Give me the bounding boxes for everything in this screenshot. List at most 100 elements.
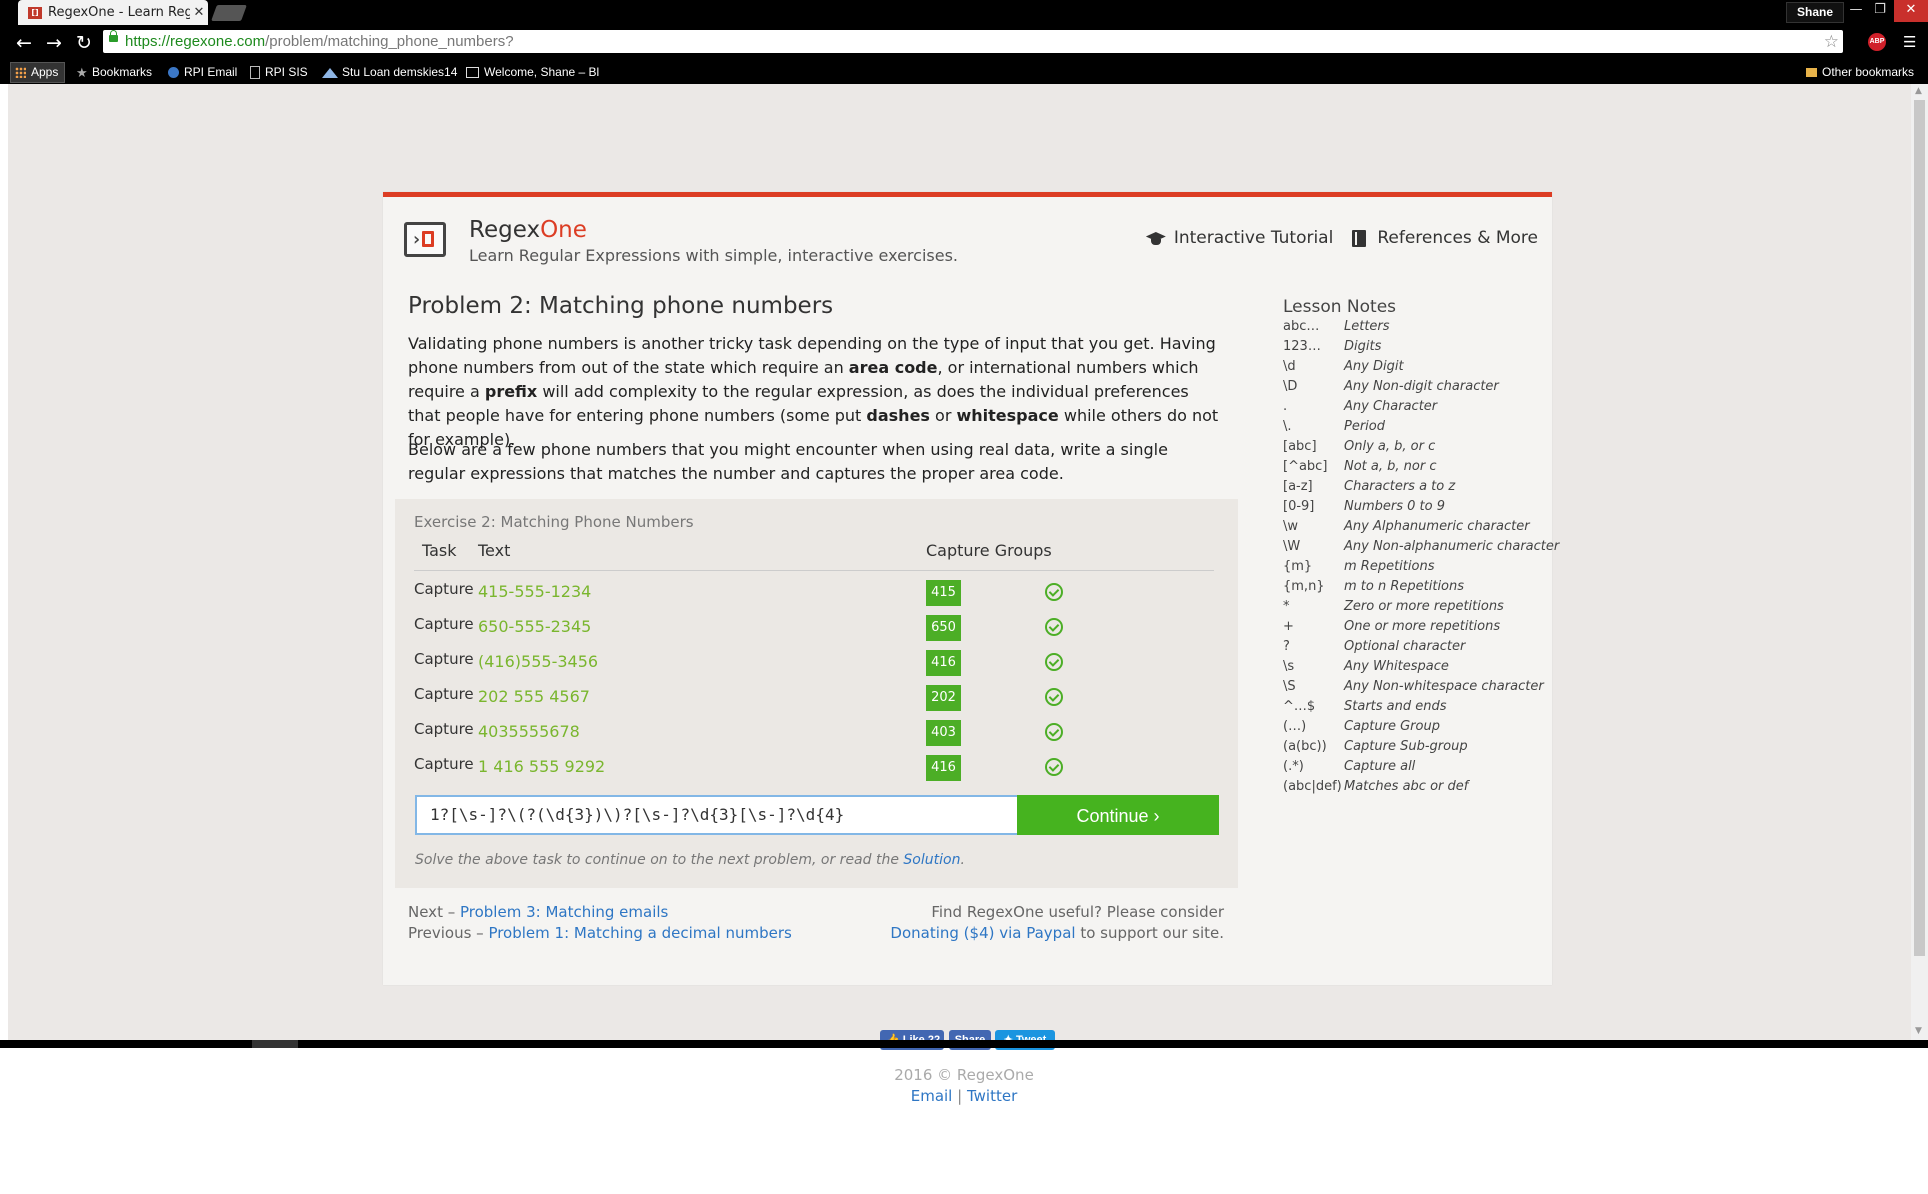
note-syntax: {m,n}	[1283, 579, 1325, 594]
note-syntax: +	[1283, 619, 1294, 634]
url-host: https://regexone.com	[125, 33, 266, 50]
capture-group-badge: 202	[926, 685, 961, 711]
forward-arrow-icon[interactable]: →	[42, 31, 66, 55]
column-task-header: Task	[422, 541, 457, 560]
note-meaning: Any Non-digit character	[1344, 379, 1499, 394]
check-circle-icon	[1045, 723, 1063, 741]
note-syntax: .	[1283, 399, 1288, 414]
note-meaning: Starts and ends	[1344, 699, 1447, 714]
donate-link[interactable]: Donating ($4) via Paypal	[890, 924, 1075, 942]
nav-interactive-tutorial[interactable]: Interactive Tutorial	[1146, 228, 1333, 248]
url-path: /problem/matching_phone_numbers?	[265, 33, 514, 50]
note-meaning: Matches abc or def	[1344, 779, 1469, 794]
exercise-row: Capture 4035555678 403	[395, 717, 1238, 752]
donate-note: Find RegexOne useful? Please consider Do…	[890, 903, 1224, 942]
restore-icon[interactable]: ❐	[1868, 0, 1892, 22]
bookmark-rpi-sis[interactable]: RPI SIS	[250, 61, 308, 84]
scroll-up-icon[interactable]: ▲	[1915, 86, 1922, 96]
lock-icon	[109, 30, 118, 42]
tab-title: RegexOne - Learn Regula	[48, 5, 190, 20]
back-arrow-icon[interactable]: ←	[12, 31, 36, 55]
tab-close-icon[interactable]: ✕	[190, 5, 208, 20]
note-syntax: *	[1283, 599, 1290, 614]
note-meaning: Any Digit	[1344, 359, 1404, 374]
regexone-logo-icon[interactable]: ›	[404, 222, 446, 257]
twitter-link[interactable]: Twitter	[967, 1087, 1017, 1105]
adblock-extension-icon[interactable]: ABP	[1868, 33, 1886, 51]
note-syntax: (.*)	[1283, 759, 1304, 774]
previous-problem-link[interactable]: Problem 1: Matching a decimal numbers	[488, 924, 791, 942]
reload-icon[interactable]: ↻	[72, 31, 96, 55]
bookmark-welcome[interactable]: Welcome, Shane – Bl	[466, 61, 599, 84]
site-brand[interactable]: RegexOne	[469, 217, 587, 243]
capture-group-badge: 416	[926, 755, 961, 781]
note-syntax: 123…	[1283, 339, 1321, 354]
apps-grid-icon	[15, 67, 26, 78]
status-strip	[0, 1040, 1928, 1048]
note-syntax: [a-z]	[1283, 479, 1313, 494]
address-bar[interactable]: https://regexone.com/problem/matching_ph…	[103, 30, 1843, 53]
regex-input[interactable]: 1?[\s-]?\(?(\d{3})\)?[\s-]?\d{3}[\s-]?\d…	[415, 795, 1019, 835]
note-meaning: m to n Repetitions	[1344, 579, 1465, 594]
scrollbar-thumb[interactable]	[1914, 100, 1925, 956]
note-syntax: \w	[1283, 519, 1299, 534]
bookmark-other[interactable]: Other bookmarks	[1806, 61, 1914, 84]
bookmark-stu-loan[interactable]: Stu Loan demskies14	[322, 61, 457, 84]
main-card: › RegexOne Learn Regular Expressions wit…	[383, 192, 1559, 985]
note-meaning: Any Non-alphanumeric character	[1344, 539, 1560, 554]
check-circle-icon	[1045, 653, 1063, 671]
note-meaning: Numbers 0 to 9	[1344, 499, 1445, 514]
note-meaning: Period	[1344, 419, 1385, 434]
note-meaning: Digits	[1344, 339, 1382, 354]
note-syntax: abc…	[1283, 319, 1320, 334]
minimize-icon[interactable]: —	[1844, 0, 1868, 22]
bookmark-apps[interactable]: Apps	[10, 62, 66, 83]
browser-tab[interactable]: [] RegexOne - Learn Regula ✕	[18, 0, 208, 25]
next-problem-link[interactable]: Problem 3: Matching emails	[460, 903, 668, 921]
note-syntax: \D	[1283, 379, 1298, 394]
bookmark-bookmarks[interactable]: ★ Bookmarks	[76, 61, 152, 84]
exercise-row: Capture 1 416 555 9292 416	[395, 752, 1238, 787]
problem-instructions: Below are a few phone numbers that you m…	[408, 440, 1168, 483]
bookmark-star-icon[interactable]: ☆	[1824, 30, 1839, 53]
note-syntax: \S	[1283, 679, 1296, 694]
problem-pager: Next – Problem 3: Matching emails Previo…	[408, 903, 792, 942]
note-syntax: [^abc]	[1283, 459, 1328, 474]
exercise-hint: Solve the above task to continue on to t…	[415, 852, 965, 868]
note-syntax: (abc|def)	[1283, 779, 1342, 794]
exercise-row: Capture 202 555 4567 202	[395, 682, 1238, 717]
note-syntax: [abc]	[1283, 439, 1317, 454]
bookmark-rpi-email[interactable]: RPI Email	[168, 61, 237, 84]
email-link[interactable]: Email	[911, 1087, 953, 1105]
exercise-row: Capture (416)555-3456 416	[395, 647, 1238, 682]
chrome-menu-icon[interactable]: ☰	[1903, 33, 1917, 51]
continue-button[interactable]: Continue ›	[1017, 795, 1219, 835]
note-meaning: Capture Group	[1344, 719, 1440, 734]
scroll-down-icon[interactable]: ▼	[1915, 1026, 1922, 1036]
problem-title: Problem 2: Matching phone numbers	[408, 293, 834, 319]
copyright: 2016 © RegexOne	[894, 1066, 1034, 1084]
profile-button[interactable]: Shane	[1785, 2, 1844, 23]
note-meaning: Any Alphanumeric character	[1344, 519, 1530, 534]
solution-link[interactable]: Solution	[903, 852, 960, 868]
window-close-icon[interactable]: ✕	[1894, 0, 1928, 22]
graduation-cap-icon	[1146, 229, 1166, 247]
nav-references[interactable]: References & More	[1349, 228, 1538, 248]
note-syntax: (…)	[1283, 719, 1307, 734]
capture-group-badge: 403	[926, 720, 961, 746]
note-meaning: Any Whitespace	[1344, 659, 1449, 674]
page-icon	[250, 66, 260, 79]
note-syntax: (a(bc))	[1283, 739, 1327, 754]
book-icon	[1349, 229, 1369, 247]
top-nav: Interactive Tutorial References & More	[1146, 228, 1538, 248]
note-syntax: [0-9]	[1283, 499, 1315, 514]
note-meaning: Any Non-whitespace character	[1344, 679, 1544, 694]
column-groups-header: Capture Groups	[926, 541, 1052, 560]
regexone-favicon-icon: []	[28, 6, 42, 19]
new-tab-button[interactable]	[211, 5, 247, 21]
column-text-header: Text	[478, 541, 511, 560]
check-circle-icon	[1045, 618, 1063, 636]
page-scrollbar[interactable]: ▲ ▼	[1911, 84, 1928, 1040]
note-syntax: \d	[1283, 359, 1296, 374]
exercise-panel: Exercise 2: Matching Phone Numbers Task …	[395, 499, 1238, 888]
